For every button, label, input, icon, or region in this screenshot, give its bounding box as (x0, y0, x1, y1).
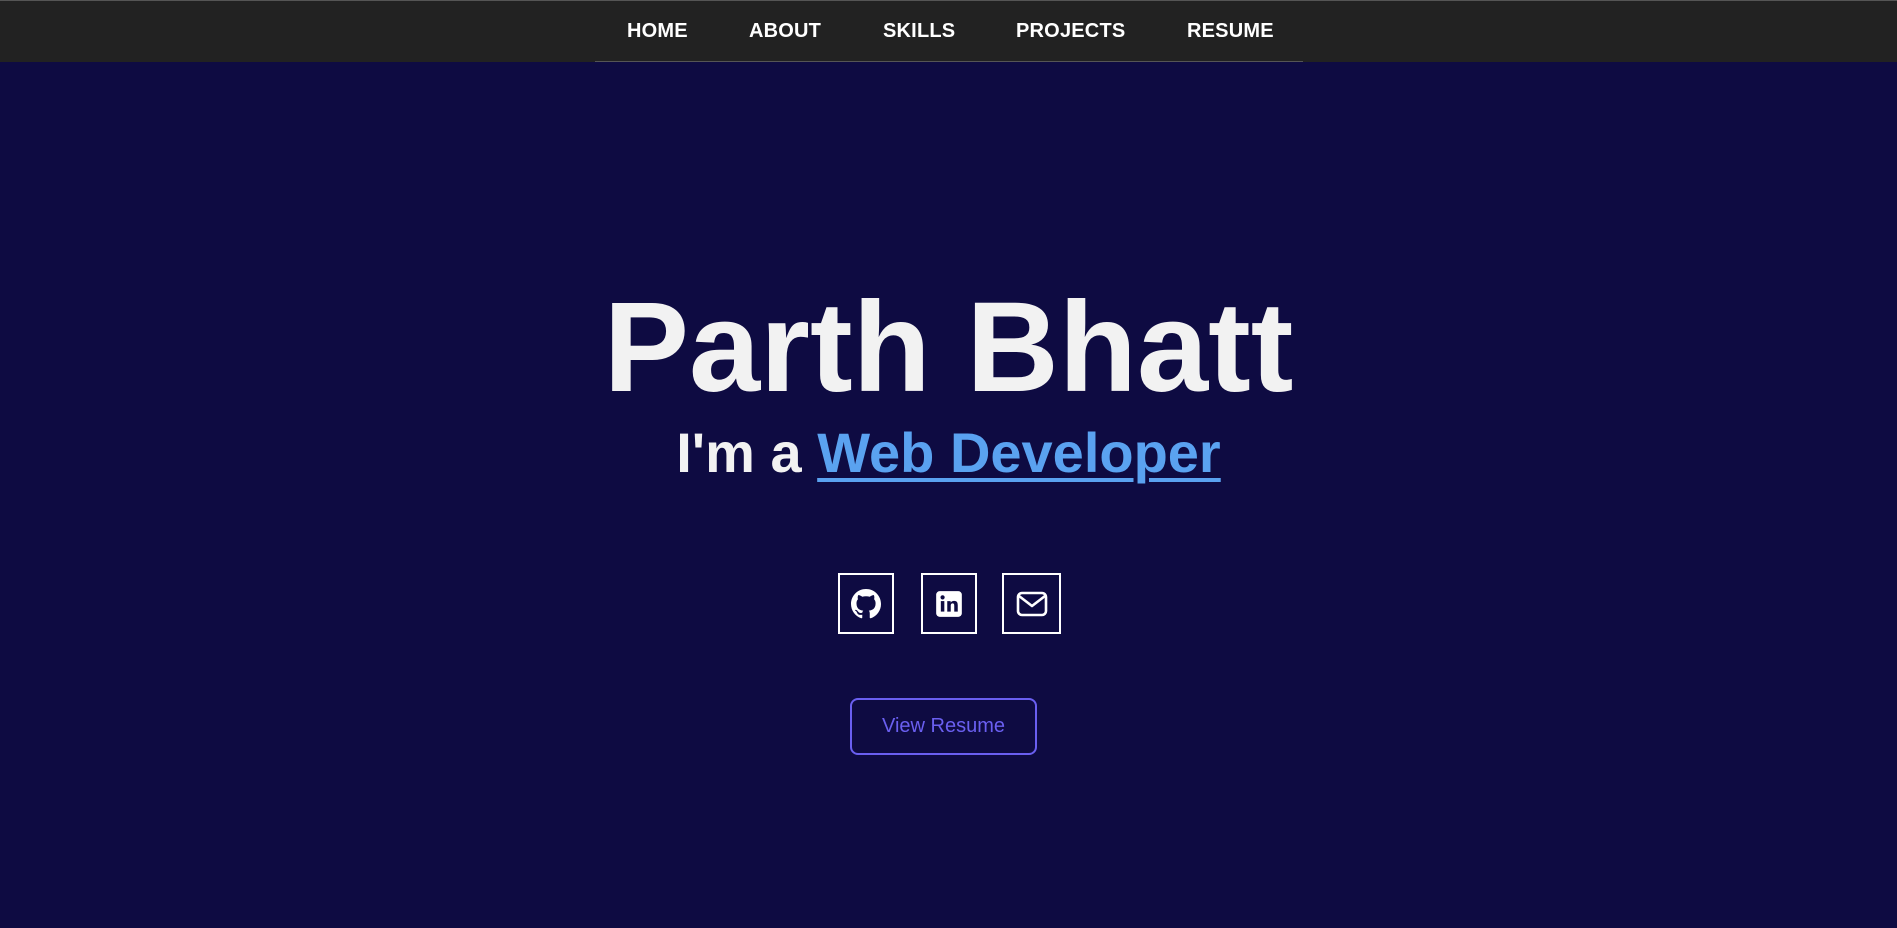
github-button[interactable] (838, 573, 894, 634)
linkedin-button[interactable] (921, 573, 977, 634)
nav-item-about[interactable]: ABOUT (749, 20, 821, 43)
top-navbar: HOME ABOUT SKILLS PROJECTS RESUME (0, 0, 1897, 62)
github-icon (851, 588, 881, 619)
hero-tagline: I'm a Web Developer (0, 420, 1897, 486)
nav-item-projects[interactable]: PROJECTS (1016, 20, 1125, 43)
hero-name: Parth Bhatt (603, 276, 1294, 419)
nav-item-skills[interactable]: SKILLS (883, 20, 955, 43)
view-resume-button[interactable]: View Resume (850, 698, 1037, 755)
tagline-prefix: I'm a (676, 421, 818, 484)
nav-menu: HOME ABOUT SKILLS PROJECTS RESUME (595, 1, 1303, 62)
linkedin-icon (935, 590, 963, 618)
nav-item-resume[interactable]: RESUME (1187, 20, 1274, 43)
nav-item-home[interactable]: HOME (627, 20, 688, 43)
mail-icon (1016, 591, 1048, 617)
email-button[interactable] (1002, 573, 1061, 634)
role-link[interactable]: Web Developer (817, 421, 1221, 484)
